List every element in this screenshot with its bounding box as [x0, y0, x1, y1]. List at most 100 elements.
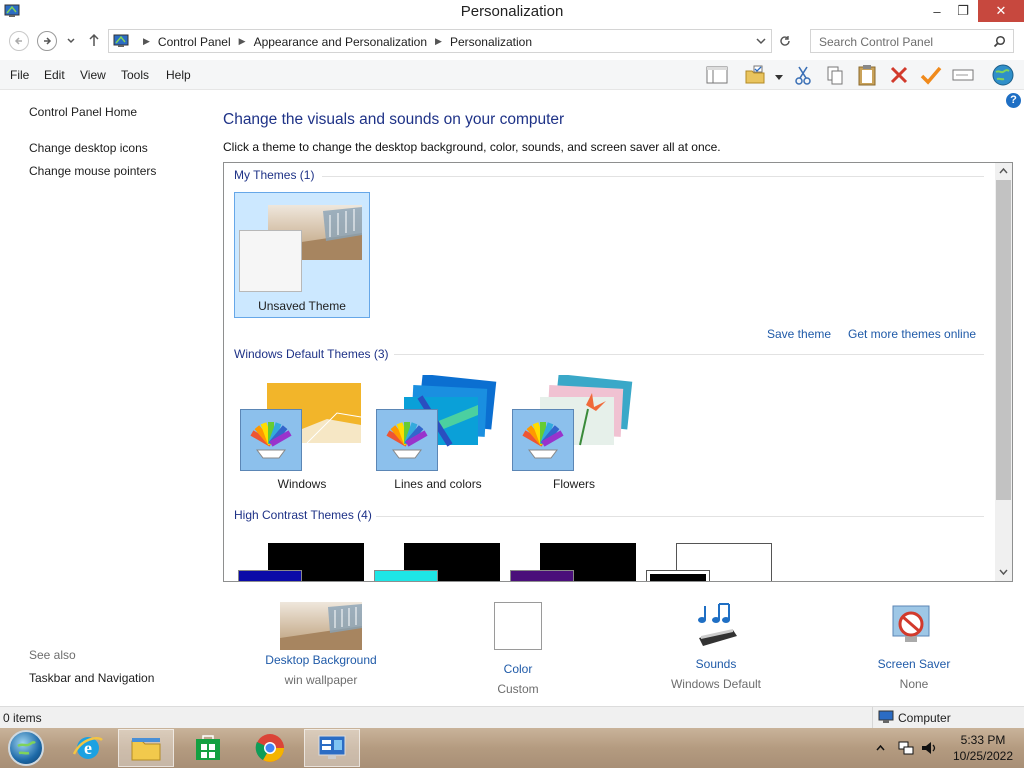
taskbar-store[interactable] [180, 729, 236, 767]
setting-value: None [899, 677, 929, 691]
address-field[interactable]: ▶ Control Panel ▶ Appearance and Persona… [108, 29, 772, 53]
breadcrumb: ▶ Control Panel ▶ Appearance and Persona… [135, 35, 532, 49]
change-mouse-pointers-link[interactable]: Change mouse pointers [29, 164, 156, 178]
arrow-right-icon [44, 37, 52, 45]
sounds-icon [698, 603, 737, 646]
checkmark-icon [920, 66, 942, 85]
group-divider [376, 516, 984, 517]
folder-options-button[interactable] [742, 63, 768, 87]
theme-high-contrast-3[interactable] [510, 543, 638, 581]
desktop-background-thumbnail [280, 602, 362, 650]
control-panel-icon [318, 735, 346, 759]
scroll-down-icon[interactable] [999, 569, 1008, 576]
up-button[interactable] [87, 32, 101, 48]
theme-color-swatch [240, 409, 302, 471]
chevron-down-icon [67, 38, 75, 44]
theme-color-swatch [374, 570, 438, 581]
globe-button[interactable] [990, 63, 1016, 87]
cut-button[interactable] [790, 63, 816, 87]
minimize-button[interactable]: – [924, 0, 950, 22]
help-icon[interactable]: ? [1006, 93, 1021, 108]
taskbar-file-explorer[interactable] [118, 729, 174, 767]
theme-color-swatch [238, 570, 302, 581]
copy-button[interactable] [822, 63, 848, 87]
search-icon[interactable] [993, 35, 1006, 48]
save-theme-link[interactable]: Save theme [767, 327, 831, 341]
theme-unsaved[interactable]: Unsaved Theme [234, 192, 370, 318]
breadcrumb-separator-icon: ▶ [143, 36, 150, 46]
layout-pane-icon [706, 66, 728, 84]
menu-help[interactable]: Help [166, 68, 191, 82]
refresh-button[interactable] [778, 34, 792, 51]
search-input[interactable]: Search Control Panel [810, 29, 1014, 53]
taskbar-internet-explorer[interactable]: e [60, 729, 116, 767]
theme-flowers[interactable]: Flowers [506, 371, 642, 497]
forward-button[interactable] [37, 31, 57, 51]
menu-file[interactable]: File [10, 68, 29, 82]
theme-lines-and-colors[interactable]: Lines and colors [370, 371, 506, 497]
taskbar-control-panel[interactable] [304, 729, 360, 767]
network-icon[interactable] [898, 740, 914, 756]
paste-button[interactable] [854, 63, 880, 87]
control-panel-home-link[interactable]: Control Panel Home [29, 105, 137, 119]
setting-label[interactable]: Sounds [656, 657, 776, 671]
color-fan-icon [386, 422, 428, 459]
folder-options-dropdown[interactable] [775, 70, 783, 84]
breadcrumb-personalization[interactable]: Personalization [450, 35, 532, 49]
themes-list: My Themes (1) Unsaved Theme Save theme G… [223, 162, 1013, 582]
theme-high-contrast-1[interactable] [238, 543, 366, 581]
address-bar: ▶ Control Panel ▶ Appearance and Persona… [0, 28, 1024, 54]
theme-windows[interactable]: Windows [234, 371, 370, 497]
setting-label[interactable]: Color [478, 662, 558, 676]
vertical-scrollbar[interactable] [995, 163, 1012, 581]
theme-color-swatch [239, 230, 302, 292]
breadcrumb-control-panel[interactable]: Control Panel [158, 35, 231, 49]
arrow-up-icon [89, 33, 99, 46]
status-location: Computer [872, 707, 1024, 728]
screen-saver-icon [892, 605, 930, 642]
sounds-setting[interactable]: Sounds Windows Default [656, 602, 776, 691]
start-button[interactable] [8, 730, 44, 766]
taskbar-clock[interactable]: 5:33 PM 10/25/2022 [948, 732, 1018, 764]
setting-label[interactable]: Desktop Background [256, 653, 386, 667]
menu-tools[interactable]: Tools [121, 68, 149, 82]
color-setting[interactable]: Color Custom [478, 602, 558, 696]
close-button[interactable]: ✕ [978, 0, 1024, 22]
scissors-icon [795, 66, 811, 85]
window-title: Personalization [460, 3, 564, 20]
taskbar-chrome[interactable] [242, 729, 298, 767]
rename-button[interactable] [950, 63, 976, 87]
screen-saver-setting[interactable]: Screen Saver None [864, 602, 964, 691]
restore-button[interactable]: ❐ [950, 0, 976, 22]
change-desktop-icons-link[interactable]: Change desktop icons [29, 141, 148, 155]
desktop-background-setting[interactable]: Desktop Background win wallpaper [256, 602, 386, 687]
setting-label[interactable]: Screen Saver [864, 657, 964, 671]
chevron-down-icon [756, 38, 766, 45]
address-dropdown[interactable] [755, 34, 767, 51]
taskbar-navigation-link[interactable]: Taskbar and Navigation [29, 671, 154, 685]
high-contrast-title: High Contrast Themes (4) [234, 508, 372, 522]
arrow-left-icon [14, 37, 22, 45]
recent-pages-dropdown[interactable] [66, 34, 76, 44]
menu-view[interactable]: View [80, 68, 106, 82]
setting-value: Windows Default [670, 677, 762, 691]
theme-high-contrast-2[interactable] [374, 543, 502, 581]
title-bar: Personalization – ❐ ✕ [0, 0, 1024, 24]
show-hidden-icons-icon[interactable] [876, 744, 885, 751]
status-bar: 0 items Computer [0, 706, 1024, 728]
taskbar: e 5:33 PM 10/25/2022 [0, 728, 1024, 768]
breadcrumb-appearance[interactable]: Appearance and Personalization [254, 35, 427, 49]
theme-high-contrast-white[interactable] [646, 543, 774, 581]
volume-icon[interactable] [920, 740, 938, 756]
clock-date: 10/25/2022 [952, 749, 1014, 763]
back-button[interactable] [9, 31, 29, 51]
scroll-up-icon[interactable] [999, 167, 1008, 174]
layout-button[interactable] [704, 63, 730, 87]
search-placeholder: Search Control Panel [819, 35, 934, 49]
delete-button[interactable] [886, 63, 912, 87]
menu-edit[interactable]: Edit [44, 68, 65, 82]
get-more-themes-link[interactable]: Get more themes online [848, 327, 976, 341]
scrollbar-thumb[interactable] [996, 180, 1011, 500]
properties-button[interactable] [918, 63, 944, 87]
computer-icon [878, 710, 894, 723]
